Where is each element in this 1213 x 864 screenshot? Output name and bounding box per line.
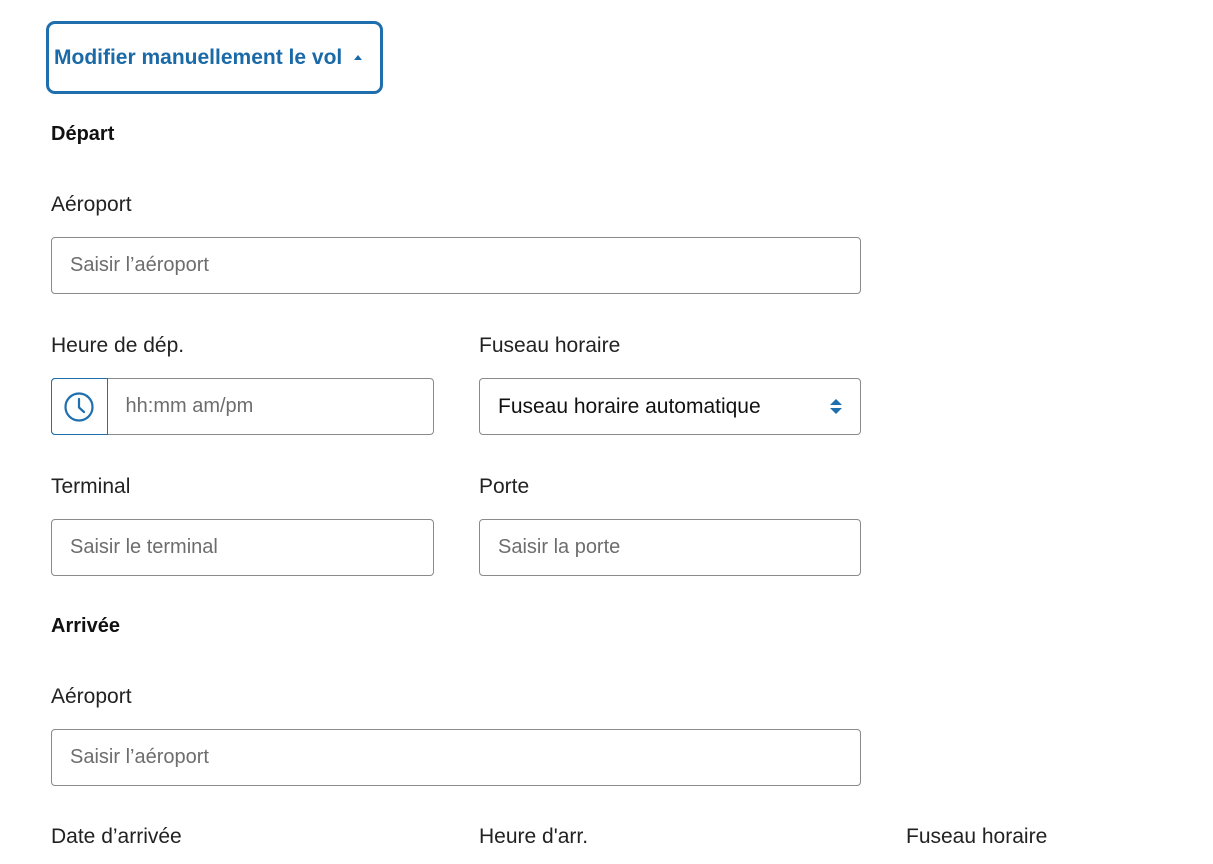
departure-terminal-field: [51, 519, 434, 576]
flight-edit-form: Modifier manuellement le vol Départ Aéro…: [0, 0, 1213, 864]
departure-terminal-label: Terminal: [51, 475, 131, 498]
arrival-section-title: Arrivée: [51, 615, 120, 637]
arrival-airport-field: [51, 729, 861, 786]
departure-section-title: Départ: [51, 123, 115, 145]
departure-airport-label: Aéroport: [51, 193, 132, 216]
departure-gate-label: Porte: [479, 475, 530, 498]
arrival-timezone-label: Fuseau horaire: [906, 825, 1048, 848]
departure-time-label: Heure de dép.: [51, 334, 185, 357]
arrival-airport-input[interactable]: [52, 730, 860, 785]
arrival-date-label: Date d’arrivée: [51, 825, 182, 848]
departure-timezone-select[interactable]: Fuseau horaire automatique: [479, 378, 861, 435]
clock-icon[interactable]: [51, 378, 108, 435]
departure-gate-field: [479, 519, 861, 576]
departure-airport-input[interactable]: [52, 238, 860, 293]
caret-up-icon: [354, 55, 363, 60]
departure-time-field: [51, 378, 434, 435]
departure-terminal-input[interactable]: [52, 520, 433, 575]
departure-timezone-label: Fuseau horaire: [479, 334, 621, 357]
arrival-airport-label: Aéroport: [51, 685, 132, 708]
arrival-time-label: Heure d'arr.: [479, 825, 589, 848]
departure-time-input[interactable]: [107, 379, 433, 434]
sort-arrows-icon: [830, 399, 842, 414]
departure-timezone-value: Fuseau horaire automatique: [498, 394, 761, 418]
departure-gate-input[interactable]: [480, 520, 860, 575]
departure-airport-field: [51, 237, 861, 294]
edit-flight-manually-toggle[interactable]: Modifier manuellement le vol: [46, 21, 383, 94]
toggle-label: Modifier manuellement le vol: [54, 45, 343, 69]
